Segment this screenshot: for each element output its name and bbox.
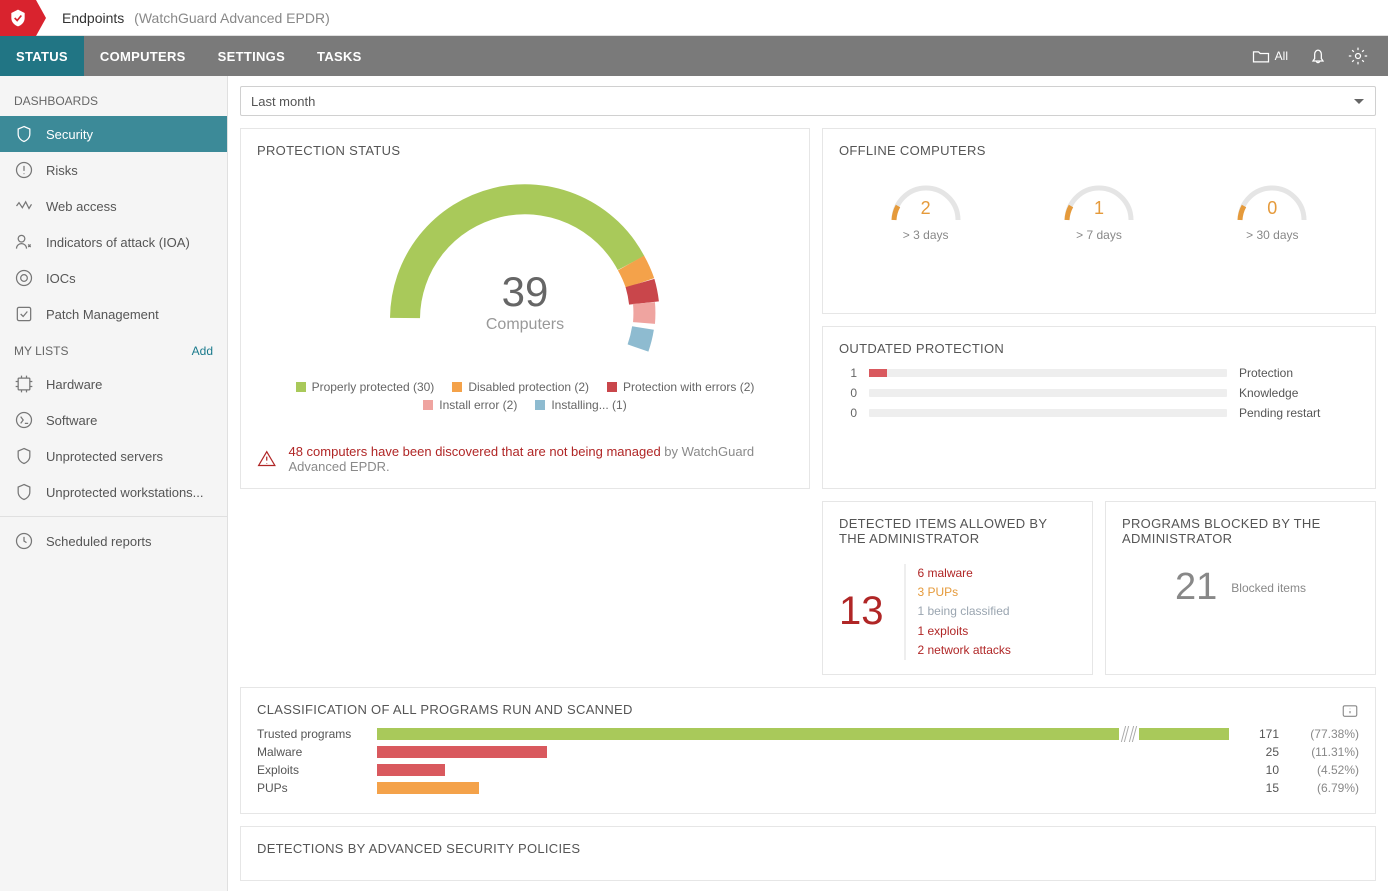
panel-title: OFFLINE COMPUTERS <box>839 143 1359 158</box>
outdated-row[interactable]: 0Knowledge <box>839 386 1359 400</box>
nav-settings[interactable]: SETTINGS <box>202 36 301 76</box>
sidebar-item-label: Risks <box>46 163 78 178</box>
detected-line[interactable]: 1 being classified <box>918 602 1011 621</box>
sidebar-list-unprotected-servers[interactable]: Unprotected servers <box>0 438 227 474</box>
sidebar-item-label: Security <box>46 127 93 142</box>
protection-count-label: Computers <box>385 316 665 334</box>
time-range-select[interactable]: Last month <box>240 86 1376 116</box>
legend-item[interactable]: Properly protected (30) <box>296 380 435 394</box>
sidebar-item-security[interactable]: Security <box>0 116 227 152</box>
panel-title: DETECTIONS BY ADVANCED SECURITY POLICIES <box>257 841 1359 856</box>
outdated-row[interactable]: 0Pending restart <box>839 406 1359 420</box>
alert-text: 48 computers have been discovered that a… <box>288 444 660 459</box>
sidebar-item-label: Patch Management <box>46 307 159 322</box>
main-nav: STATUS COMPUTERS SETTINGS TASKS All <box>0 36 1388 76</box>
sidebar-list-software[interactable]: Software <box>0 402 227 438</box>
nav-tasks[interactable]: TASKS <box>301 36 378 76</box>
detected-line[interactable]: 1 exploits <box>918 622 1011 641</box>
app-title: Endpoints (WatchGuard Advanced EPDR) <box>46 10 330 26</box>
sidebar-item-label: Indicators of attack (IOA) <box>46 235 190 250</box>
panel-title: DETECTED ITEMS ALLOWED BY THE ADMINISTRA… <box>839 516 1076 546</box>
legend-item[interactable]: Disabled protection (2) <box>452 380 589 394</box>
legend-item[interactable]: Install error (2) <box>423 398 517 412</box>
info-icon[interactable] <box>1341 702 1359 723</box>
sidebar-item-iocs[interactable]: IOCs <box>0 260 227 296</box>
sidebar-dash-title: DASHBOARDS <box>0 82 227 116</box>
app-header: Endpoints (WatchGuard Advanced EPDR) <box>0 0 1388 36</box>
sidebar-item-label: Hardware <box>46 377 102 392</box>
panel-title: PROGRAMS BLOCKED BY THE ADMINISTRATOR <box>1122 516 1359 546</box>
folder-all-button[interactable]: All <box>1241 46 1298 66</box>
panel-title: OUTDATED PROTECTION <box>839 341 1359 356</box>
blocked-programs-panel: PROGRAMS BLOCKED BY THE ADMINISTRATOR 21… <box>1105 501 1376 675</box>
blocked-label: Blocked items <box>1231 581 1306 595</box>
panel-title: PROTECTION STATUS <box>257 143 793 158</box>
main-content: Last month PROTECTION STATUS <box>228 76 1388 891</box>
add-list-button[interactable]: Add <box>192 344 213 358</box>
sidebar-item-webaccess[interactable]: Web access <box>0 188 227 224</box>
detected-line[interactable]: 6 malware <box>918 564 1011 583</box>
protection-legend: Properly protected (30) Disabled protecti… <box>257 380 793 412</box>
sidebar-item-label: Web access <box>46 199 117 214</box>
classification-row[interactable]: Exploits10(4.52%) <box>257 763 1359 777</box>
advanced-security-panel: DETECTIONS BY ADVANCED SECURITY POLICIES <box>240 826 1376 881</box>
sidebar: DASHBOARDS Security Risks Web access Ind… <box>0 76 228 891</box>
detected-count: 13 <box>839 589 884 634</box>
classification-row[interactable]: Malware25(11.31%) <box>257 745 1359 759</box>
offline-gauge[interactable]: 2> 3 days <box>886 176 966 242</box>
nav-status[interactable]: STATUS <box>0 36 84 76</box>
sidebar-item-label: IOCs <box>46 271 76 286</box>
outdated-panel: OUTDATED PROTECTION 1Protection 0Knowledg… <box>822 326 1376 490</box>
unmanaged-alert[interactable]: 48 computers have been discovered that a… <box>257 434 793 474</box>
panel-title: CLASSIFICATION OF ALL PROGRAMS RUN AND S… <box>257 702 633 717</box>
protection-status-panel: PROTECTION STATUS <box>240 128 810 489</box>
detected-line[interactable]: 2 network attacks <box>918 641 1011 660</box>
classification-row[interactable]: PUPs15(6.79%) <box>257 781 1359 795</box>
sidebar-item-ioa[interactable]: Indicators of attack (IOA) <box>0 224 227 260</box>
nav-computers[interactable]: COMPUTERS <box>84 36 202 76</box>
sidebar-list-hardware[interactable]: Hardware <box>0 366 227 402</box>
sidebar-item-risks[interactable]: Risks <box>0 152 227 188</box>
detected-items-panel: DETECTED ITEMS ALLOWED BY THE ADMINISTRA… <box>822 501 1093 675</box>
sidebar-item-patch[interactable]: Patch Management <box>0 296 227 332</box>
sidebar-item-label: Software <box>46 413 97 428</box>
sidebar-item-label: Scheduled reports <box>46 534 152 549</box>
protection-donut-chart[interactable]: 39 Computers <box>385 168 665 368</box>
outdated-row[interactable]: 1Protection <box>839 366 1359 380</box>
blocked-count: 21 <box>1175 566 1217 609</box>
sidebar-scheduled-reports[interactable]: Scheduled reports <box>0 523 227 559</box>
brand-logo <box>0 0 36 36</box>
notifications-icon[interactable] <box>1298 46 1338 66</box>
offline-gauge[interactable]: 1> 7 days <box>1059 176 1139 242</box>
detected-line[interactable]: 3 PUPs <box>918 583 1011 602</box>
legend-item[interactable]: Installing... (1) <box>535 398 626 412</box>
offline-panel: OFFLINE COMPUTERS 2> 3 days 1> 7 days 0> 3… <box>822 128 1376 314</box>
protection-count: 39 <box>385 268 665 316</box>
classification-panel: CLASSIFICATION OF ALL PROGRAMS RUN AND S… <box>240 687 1376 814</box>
sidebar-item-label: Unprotected workstations... <box>46 485 204 500</box>
sidebar-list-unprotected-ws[interactable]: Unprotected workstations... <box>0 474 227 510</box>
classification-row[interactable]: Trusted programs171(77.38%) <box>257 727 1359 741</box>
legend-item[interactable]: Protection with errors (2) <box>607 380 754 394</box>
sidebar-item-label: Unprotected servers <box>46 449 163 464</box>
settings-gear-icon[interactable] <box>1338 46 1378 66</box>
offline-gauge[interactable]: 0> 30 days <box>1232 176 1312 242</box>
sidebar-mylists-title: MY LISTS Add <box>0 332 227 366</box>
